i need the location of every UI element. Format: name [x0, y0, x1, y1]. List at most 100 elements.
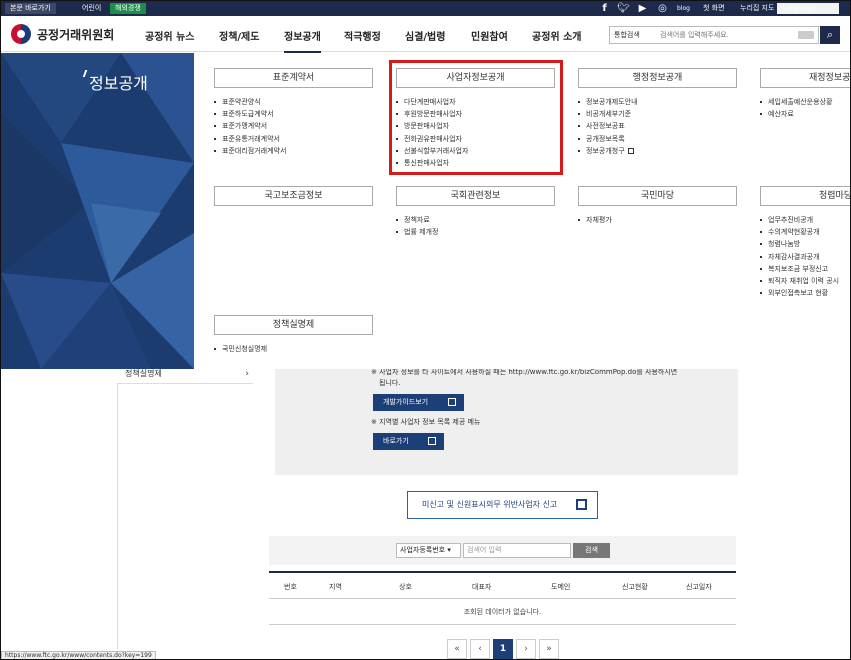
nav-decisions-laws[interactable]: 심결/법령: [405, 28, 445, 43]
dev-guide-label: 개발가이드보기: [383, 398, 429, 406]
mega-menu: 정보공개 표준계약서 표준약관양식 표준하도급계약서 표준가맹계약서 표준유통거…: [1, 53, 850, 369]
menu-item[interactable]: 예산자료: [760, 108, 850, 120]
search-box: 통합검색: [609, 26, 819, 44]
menu-col-head[interactable]: 행정정보공개: [578, 68, 737, 88]
menu-col-finance-info: 재정정보공개 세입세출예산운용상황 예산자료: [760, 68, 850, 120]
browser-viewport: 본문 바로가기 어린이 해외경쟁 f 🐦︎ ▶ ◎ blog 첫 화면 누리집 …: [0, 0, 851, 660]
pagination-page-1[interactable]: 1: [493, 639, 513, 659]
dev-guide-button[interactable]: 개발가이드보기: [373, 394, 464, 411]
nav-proactive-admin[interactable]: 적극행정: [344, 28, 381, 43]
nav-about[interactable]: 공정위 소개: [532, 28, 581, 43]
menu-item[interactable]: 표준유통거래계약서: [214, 133, 373, 145]
menu-item[interactable]: 공개정보목록: [578, 133, 737, 145]
logo-text: 공정거래위원회: [37, 27, 115, 42]
menu-item[interactable]: 업무추진비공개: [760, 214, 850, 226]
menu-item[interactable]: 비공개세부기준: [578, 108, 737, 120]
kids-link[interactable]: 어린이: [77, 3, 107, 14]
site-header: 공정거래위원회 공정위 뉴스 정책/제도 정보공개 적극행정 심결/법령 민원참…: [1, 16, 850, 53]
instagram-icon[interactable]: ◎: [656, 2, 669, 15]
menu-item[interactable]: 청렴나눔방: [760, 238, 850, 250]
go-button[interactable]: 바로가기: [373, 433, 444, 450]
menu-item[interactable]: 퇴직자 재취업 이력 공시: [760, 275, 850, 287]
menu-col-admin-info: 행정정보공개 정보공개제도안내 비공개세부기준 사전정보공표 공개정보목록 정보…: [578, 68, 737, 157]
language-button[interactable]: Language: [777, 3, 839, 14]
menu-item[interactable]: 사전정보공표: [578, 120, 737, 132]
notice-text-1b: 됩니다.: [379, 379, 401, 387]
menu-col-assembly-info: 국회관련정보 정책자료 법률 제개정: [396, 186, 555, 238]
report-violator-button[interactable]: 미신고 및 신원표시의무 위반사업자 신고: [407, 491, 598, 519]
col-header-domain: 도메인: [551, 583, 571, 591]
site-logo[interactable]: 공정거래위원회: [11, 24, 114, 44]
menu-item-external[interactable]: 정보공개청구: [578, 145, 737, 157]
external-link-icon: [627, 147, 634, 154]
menu-col-head[interactable]: 재정정보공개: [760, 68, 850, 88]
menu-col-subsidy-info: 국고보조금정보: [214, 186, 373, 206]
pagination-last[interactable]: »: [539, 639, 559, 659]
menu-item[interactable]: 자체감사결과공개: [760, 251, 850, 263]
menu-item[interactable]: 법률 제개정: [396, 226, 555, 238]
menu-item[interactable]: 수의계약현황공개: [760, 226, 850, 238]
table-header: 번호 지역 상호 대표자 도메인 신고현황 신고일자: [269, 571, 736, 599]
search-scope-select[interactable]: 통합검색: [614, 30, 640, 40]
external-link-icon: [448, 398, 456, 406]
blog-icon[interactable]: blog: [677, 2, 690, 15]
col-header-ceo: 대표자: [472, 583, 492, 591]
sitemap-link[interactable]: 누리집 지도: [735, 3, 779, 14]
external-link-icon: [428, 437, 436, 445]
filter-type-select[interactable]: 사업자등록번호 ▾: [396, 543, 461, 558]
pagination-first[interactable]: «: [447, 639, 467, 659]
menu-item[interactable]: 표준약관양식: [214, 96, 373, 108]
menu-col-integrity: 청렴마당 업무추진비공개 수의계약현황공개 청렴나눔방 자체감사결과공개 복지보…: [760, 186, 850, 299]
external-link-icon: [576, 499, 587, 510]
filter-search-button[interactable]: 검색: [573, 543, 610, 558]
pagination-next[interactable]: ›: [516, 639, 536, 659]
menu-item[interactable]: 외부인접촉보고 현황: [760, 287, 850, 299]
skip-to-content-button[interactable]: 본문 바로가기: [5, 3, 56, 14]
menu-item-label: 정보공개청구: [586, 146, 625, 155]
first-screen-link[interactable]: 첫 화면: [698, 3, 730, 14]
menu-item[interactable]: 정책자료: [396, 214, 555, 226]
col-header-company: 상호: [399, 583, 412, 591]
menu-item[interactable]: 표준대리점거래계약서: [214, 145, 373, 157]
nav-ftc-news[interactable]: 공정위 뉴스: [145, 28, 194, 43]
menu-item[interactable]: 자체평가: [578, 214, 737, 226]
menu-col-policy-real-name: 정책실명제 국민신청실명제: [214, 315, 373, 355]
search-input[interactable]: [660, 29, 785, 41]
menu-col-head[interactable]: 국고보조금정보: [214, 186, 373, 206]
search-button[interactable]: ⌕: [820, 26, 840, 44]
menu-col-head[interactable]: 국민마당: [578, 186, 737, 206]
report-label: 미신고 및 신원표시의무 위반사업자 신고: [422, 500, 558, 509]
search-icon: ⌕: [826, 28, 834, 41]
menu-col-public-square: 국민마당 자체평가: [578, 186, 737, 226]
status-bar-url: https://www.ftc.go.kr/www/contents.do?ke…: [1, 651, 156, 659]
mega-menu-side-panel: 정보공개: [1, 53, 194, 369]
keyboard-icon[interactable]: [798, 31, 814, 39]
filter-keyword-input[interactable]: 검색어 입력: [463, 543, 571, 558]
menu-item[interactable]: 표준하도급계약서: [214, 108, 373, 120]
youtube-icon[interactable]: ▶: [636, 2, 649, 15]
twitter-icon[interactable]: 🐦︎: [617, 2, 630, 15]
menu-col-head[interactable]: 청렴마당: [760, 186, 850, 206]
notice-text-2: ※ 지역별 사업자 정보 목록 제공 메뉴: [371, 418, 481, 426]
pagination-prev[interactable]: ‹: [470, 639, 490, 659]
global-competition-link[interactable]: 해외경쟁: [110, 3, 146, 14]
menu-col-standard-contracts: 표준계약서 표준약관양식 표준하도급계약서 표준가맹계약서 표준유통거래계약서 …: [214, 68, 373, 157]
facebook-icon[interactable]: f: [598, 2, 611, 15]
nav-policy[interactable]: 정책/제도: [219, 28, 259, 43]
col-header-no: 번호: [284, 583, 297, 591]
menu-col-head[interactable]: 국회관련정보: [396, 186, 555, 206]
utility-bar: 본문 바로가기 어린이 해외경쟁 f 🐦︎ ▶ ◎ blog 첫 화면 누리집 …: [1, 1, 850, 16]
menu-item[interactable]: 세입세출예산운용상황: [760, 96, 850, 108]
col-header-status: 신고현황: [622, 583, 648, 591]
menu-item[interactable]: 복지보조금 부정신고: [760, 263, 850, 275]
menu-col-head[interactable]: 정책실명제: [214, 315, 373, 335]
menu-item[interactable]: 표준가맹계약서: [214, 120, 373, 132]
nav-info-disclosure[interactable]: 정보공개: [284, 28, 321, 53]
nav-civil-participation[interactable]: 민원참여: [471, 28, 508, 43]
menu-col-head[interactable]: 표준계약서: [214, 68, 373, 88]
sidebar-item-label: 정책실명제: [125, 369, 162, 378]
search-filter-bar: 사업자등록번호 ▾ 검색어 입력 검색: [269, 536, 736, 565]
menu-item[interactable]: 정보공개제도안내: [578, 96, 737, 108]
sidebar-divider: [117, 384, 118, 649]
menu-item[interactable]: 국민신청실명제: [214, 343, 373, 355]
